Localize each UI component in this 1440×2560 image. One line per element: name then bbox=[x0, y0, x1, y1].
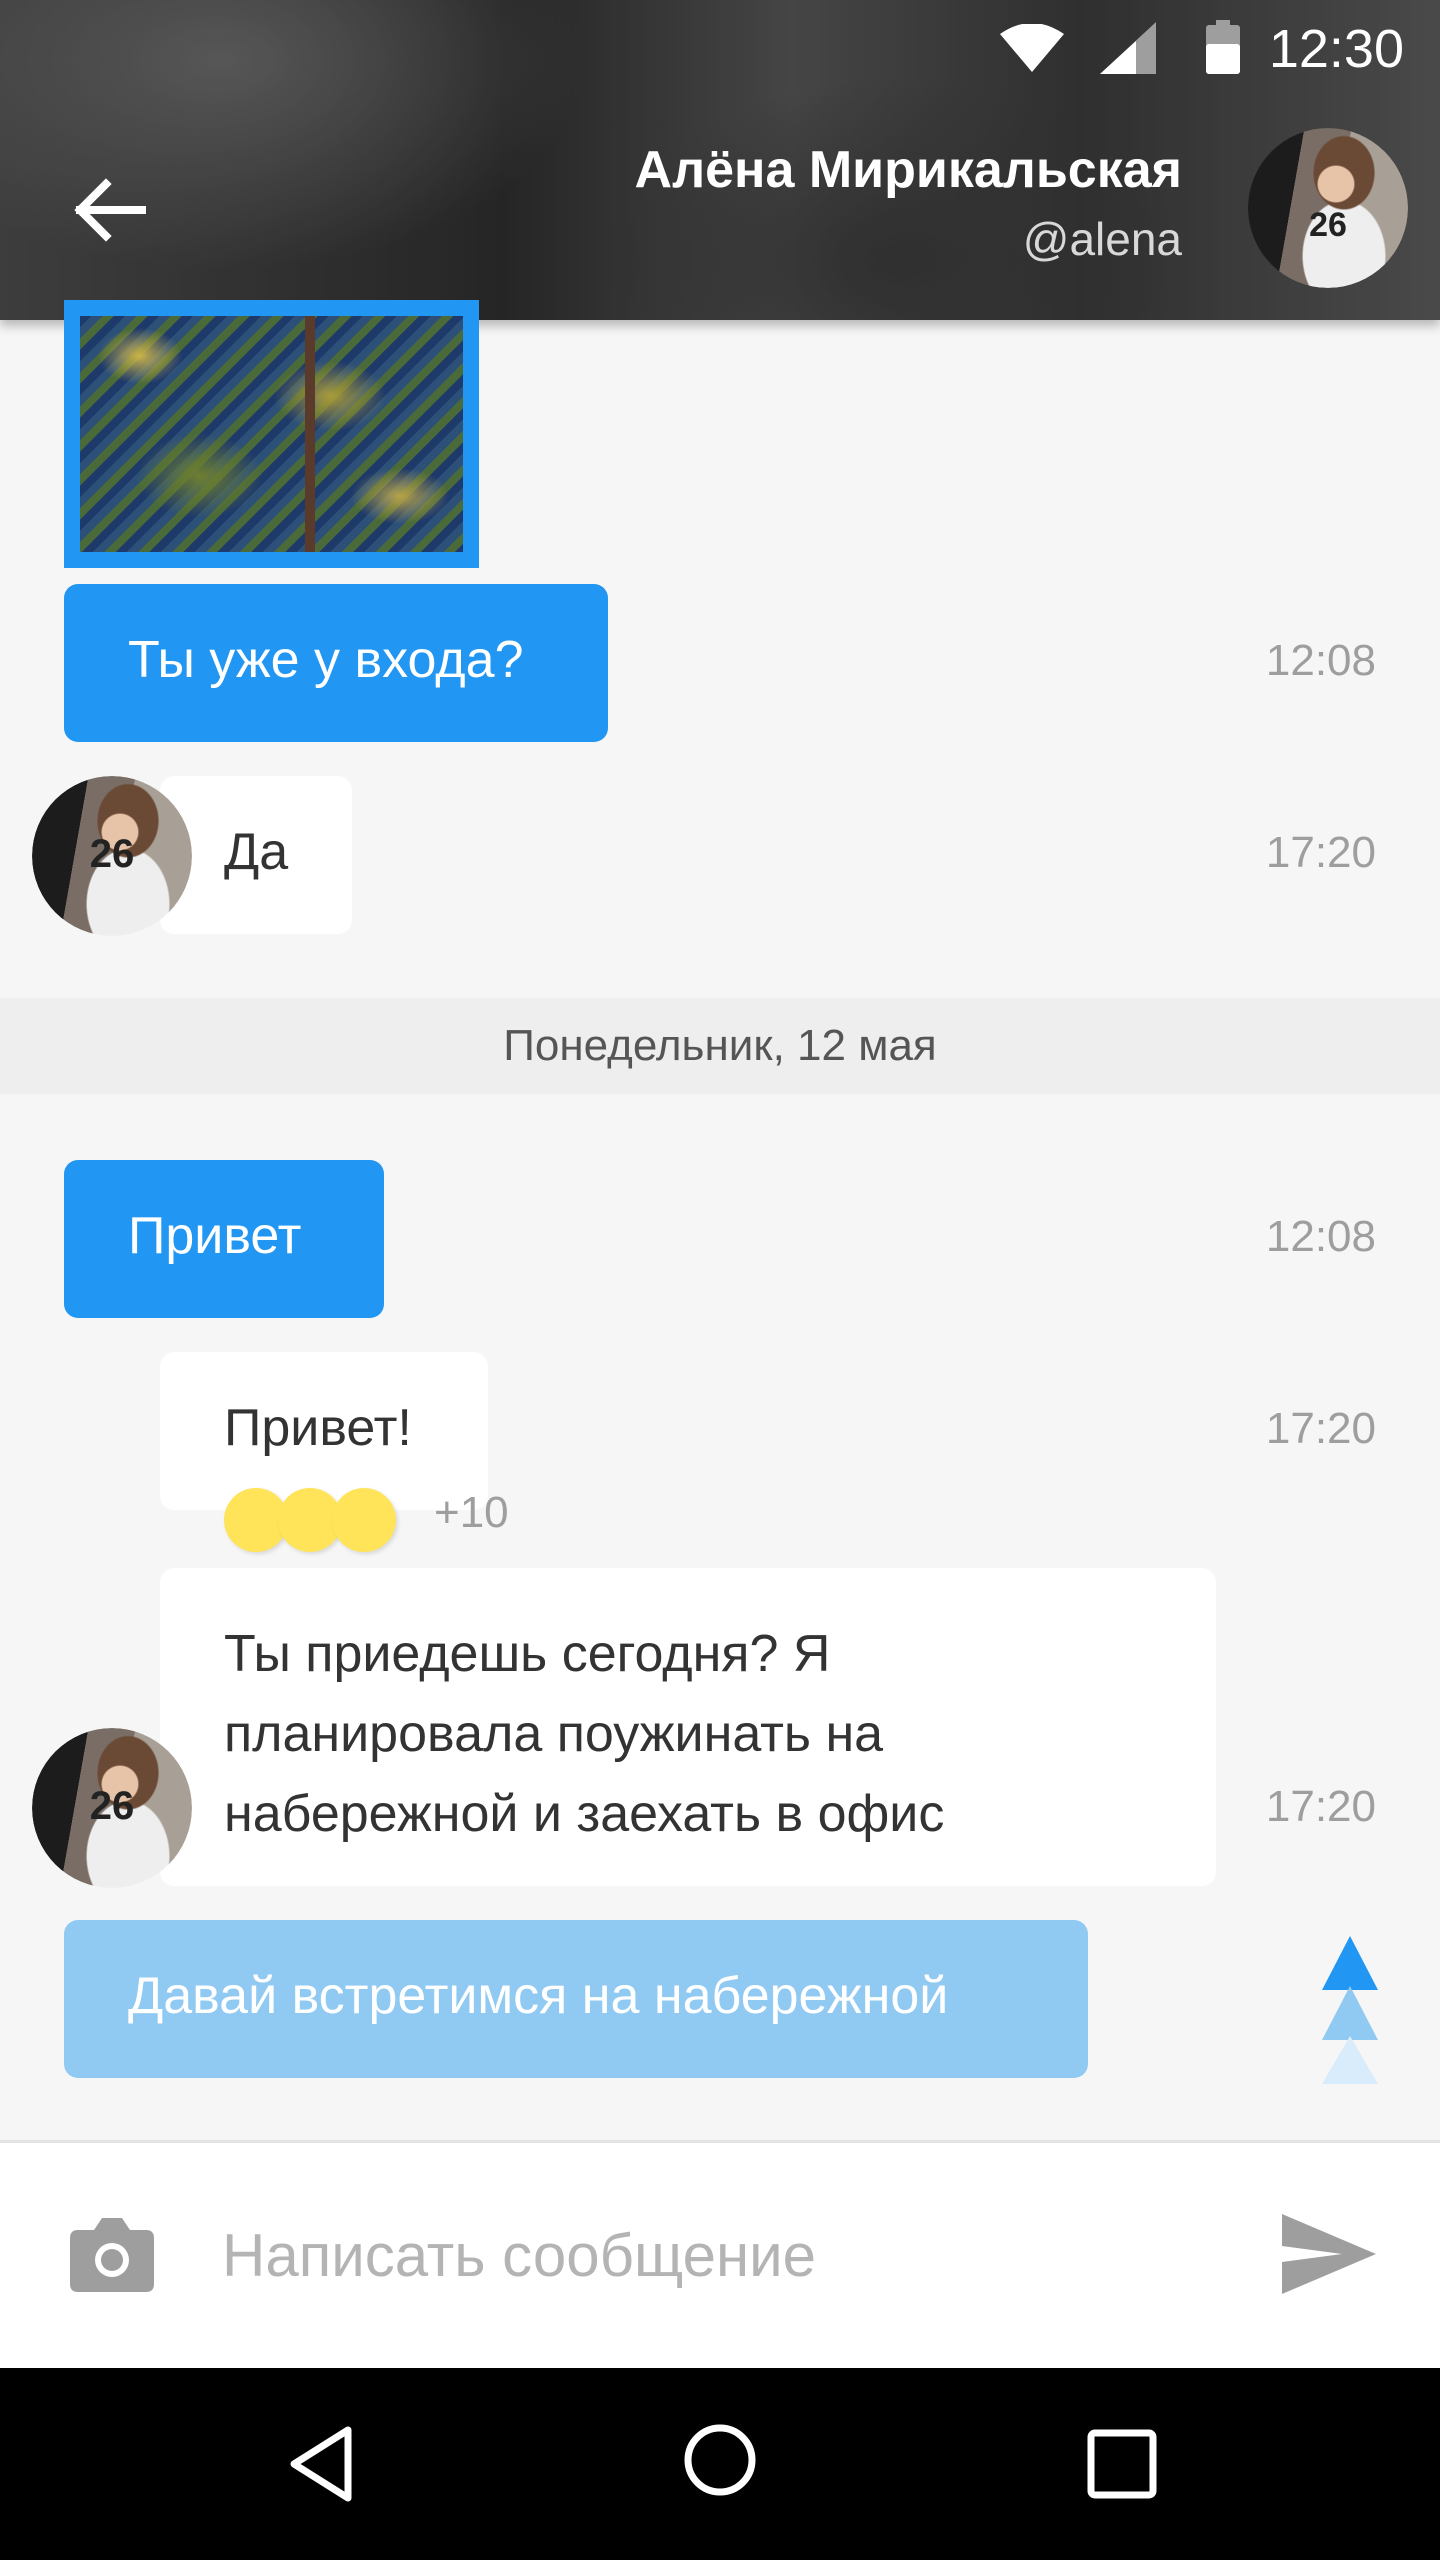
signal-icon bbox=[1100, 22, 1156, 74]
camera-icon[interactable] bbox=[70, 2214, 154, 2292]
photo-message[interactable] bbox=[64, 300, 479, 568]
message-time: 17:20 bbox=[1265, 828, 1376, 877]
message-text-line: Ты приедешь сегодня? Я bbox=[224, 1625, 831, 1683]
outgoing-message-bubble[interactable]: Ты уже у входа? bbox=[64, 584, 608, 742]
outgoing-message-bubble[interactable]: Привет bbox=[64, 1160, 384, 1318]
contact-avatar[interactable]: 26 bbox=[1248, 128, 1408, 288]
message-input[interactable] bbox=[222, 2210, 1222, 2300]
pending-message-bubble[interactable]: Давай встретимся на набережной bbox=[64, 1920, 1088, 2078]
wifi-icon bbox=[1000, 24, 1064, 72]
message-text-line: планировала поужинать на bbox=[224, 1705, 884, 1763]
battery-icon bbox=[1206, 20, 1240, 74]
reactions[interactable] bbox=[224, 1488, 404, 1552]
nav-back-icon[interactable] bbox=[286, 2424, 366, 2504]
message-text-line: набережной и заехать в офис bbox=[224, 1785, 945, 1843]
message-text: Ты уже у входа? bbox=[128, 631, 524, 689]
message-text: Привет! bbox=[224, 1399, 412, 1457]
message-time: 17:20 bbox=[1265, 1782, 1376, 1831]
message-text: Да bbox=[224, 823, 289, 881]
message-time: 17:20 bbox=[1265, 1404, 1376, 1453]
reaction-count: +10 bbox=[434, 1488, 509, 1537]
photo-tree-trunk bbox=[305, 316, 315, 552]
message-time: 12:08 bbox=[1265, 636, 1376, 685]
back-arrow-icon[interactable] bbox=[60, 160, 160, 260]
send-icon[interactable] bbox=[1282, 2214, 1376, 2294]
nav-home-icon[interactable] bbox=[682, 2422, 758, 2498]
avatar-shirt-number: 26 bbox=[89, 832, 135, 876]
contact-username: @alena bbox=[1022, 213, 1182, 265]
sender-avatar[interactable]: 26 bbox=[32, 776, 192, 936]
sending-status-icon bbox=[1322, 1936, 1378, 2084]
incoming-message-bubble[interactable]: Привет! bbox=[160, 1352, 488, 1510]
sender-avatar[interactable]: 26 bbox=[32, 1728, 192, 1888]
date-divider: Понедельник, 12 мая bbox=[0, 998, 1440, 1094]
contact-name[interactable]: Алёна Мирикальская bbox=[635, 140, 1182, 200]
avatar-shirt-number: 26 bbox=[89, 1784, 135, 1828]
incoming-message-bubble[interactable]: Ты приедешь сегодня? Я планировала поужи… bbox=[160, 1568, 1216, 1886]
avatar-shirt-number: 26 bbox=[1309, 206, 1347, 244]
reaction-emoji bbox=[332, 1488, 396, 1552]
message-time: 12:08 bbox=[1265, 1212, 1376, 1261]
message-text: Привет bbox=[128, 1207, 302, 1265]
photo-image bbox=[80, 316, 463, 552]
status-time: 12:30 bbox=[1268, 19, 1404, 79]
nav-recent-icon[interactable] bbox=[1086, 2428, 1158, 2500]
message-text: Давай встретимся на набережной bbox=[128, 1967, 949, 2025]
